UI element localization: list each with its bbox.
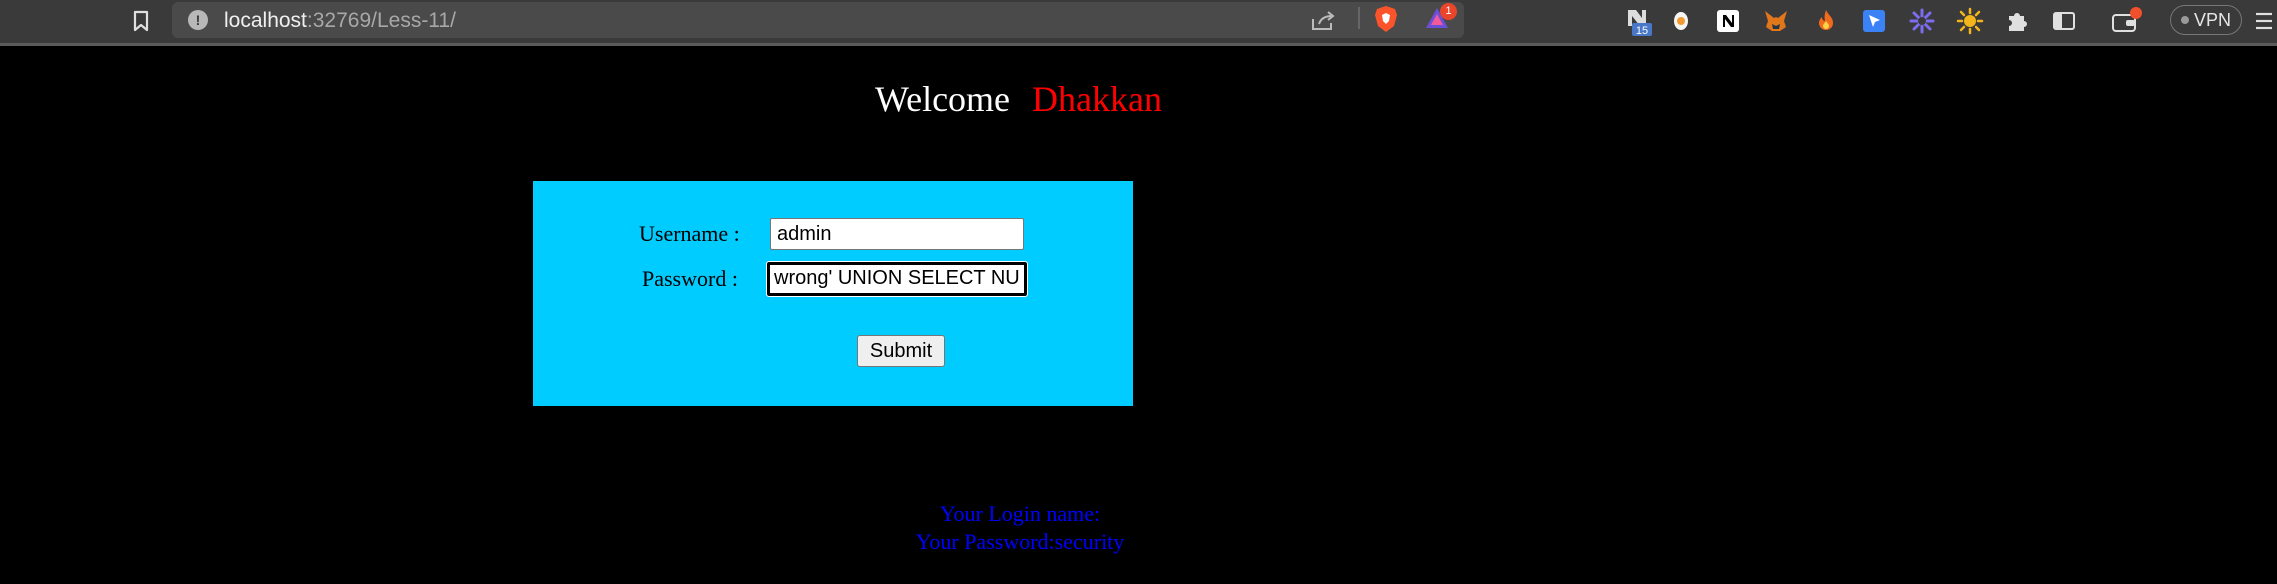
extensions-puzzle-icon[interactable]: [2004, 7, 2032, 35]
login-name-line: Your Login name:: [939, 501, 1101, 526]
toolbar-divider: [1358, 7, 1360, 29]
url-host: localhost: [224, 9, 307, 32]
url-text[interactable]: localhost:32769/Less-11/: [224, 9, 456, 33]
password-line: Your Password:security: [915, 529, 1125, 554]
password-input[interactable]: wrong' UNION SELECT NU: [766, 261, 1028, 297]
welcome-name: Dhakkan: [1032, 79, 1163, 119]
sidebar-toggle-icon[interactable]: [2050, 7, 2078, 35]
share-icon[interactable]: [1310, 9, 1336, 36]
vpn-status-dot: [2180, 16, 2189, 24]
menu-icon[interactable]: [2254, 10, 2274, 37]
extension-badge: 15: [1636, 25, 1648, 37]
welcome-heading: Welcome Dhakkan: [875, 78, 1162, 120]
flame-extension-icon[interactable]: [1812, 7, 1840, 35]
bookmark-icon[interactable]: [126, 6, 156, 36]
address-bar[interactable]: ! localhost:32769/Less-11/: [172, 2, 1464, 38]
rewards-badge: 1: [1440, 3, 1457, 20]
username-label: Username :: [639, 221, 740, 246]
sun-extension-icon[interactable]: [1956, 7, 1984, 35]
url-path: :32769/Less-11/: [306, 9, 456, 32]
extension-orange-dot-icon[interactable]: [1668, 7, 1696, 35]
extension-n-icon[interactable]: 15: [1624, 7, 1652, 37]
login-form: Username : admin Password : wrong' UNION…: [533, 181, 1133, 406]
welcome-word: Welcome: [875, 79, 1011, 119]
site-info-icon[interactable]: !: [188, 10, 208, 30]
submit-button[interactable]: Submit: [857, 335, 945, 367]
browser-toolbar: ! localhost:32769/Less-11/ 1 15 VPN: [0, 0, 2277, 46]
username-input[interactable]: admin: [770, 218, 1024, 250]
metamask-fox-icon[interactable]: [1762, 7, 1790, 35]
cursor-extension-icon[interactable]: [1860, 7, 1888, 35]
starburst-extension-icon[interactable]: [1908, 7, 1936, 35]
brave-shields-icon[interactable]: [1374, 5, 1398, 38]
vpn-button[interactable]: VPN: [2170, 5, 2242, 35]
notion-icon[interactable]: [1714, 7, 1742, 35]
login-result: Your Login name: Your Password:security: [820, 500, 1220, 556]
vpn-label: VPN: [2193, 9, 2231, 30]
password-label: Password :: [642, 266, 738, 291]
wallet-icon[interactable]: [2110, 7, 2142, 35]
